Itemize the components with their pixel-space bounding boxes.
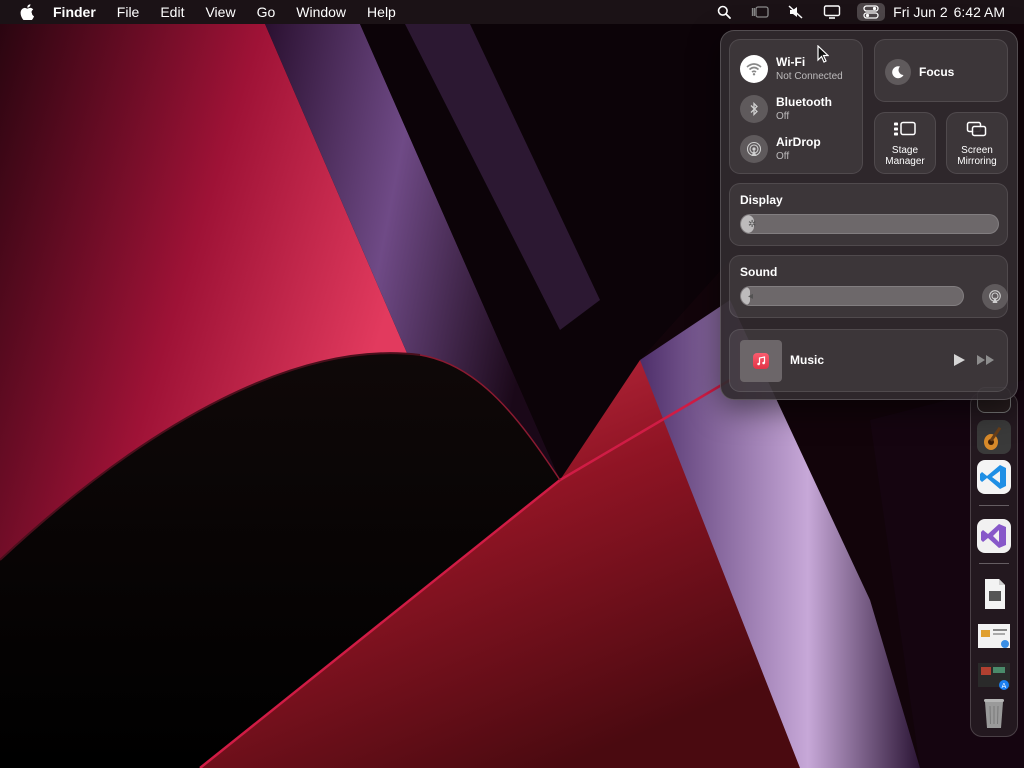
wifi-status: Not Connected	[776, 71, 843, 83]
menu-help[interactable]: Help	[367, 4, 396, 20]
connectivity-module: Wi-Fi Not Connected Bluetooth Off AirDro…	[729, 39, 863, 174]
app-store-icon[interactable]: A	[977, 659, 1011, 693]
control-center-panel: Wi-Fi Not Connected Bluetooth Off AirDro…	[720, 30, 1018, 400]
album-artwork[interactable]	[740, 340, 782, 382]
screen-mirroring-label-line2: Mirroring	[957, 156, 997, 167]
bluetooth-toggle[interactable]: Bluetooth Off	[740, 93, 832, 125]
preview-image-icon[interactable]	[977, 619, 1011, 653]
now-playing-module: Music	[729, 329, 1008, 392]
svg-text:A: A	[1002, 682, 1007, 690]
dock: A	[970, 387, 1018, 737]
airplay-audio-button[interactable]	[982, 284, 1008, 310]
menu-bar-status-area: Fri Jun 2 6:42 AM	[713, 0, 1024, 24]
stage-manager-label-line2: Manager	[885, 156, 925, 167]
stage-manager-label: Stage Manager	[875, 145, 935, 167]
fast-forward-icon	[977, 355, 994, 365]
menu-edit[interactable]: Edit	[160, 4, 184, 20]
stage-manager-tile-icon	[875, 121, 935, 137]
menu-window[interactable]: Window	[296, 4, 346, 20]
airdrop-label: AirDrop	[776, 134, 821, 149]
trash-icon[interactable]	[977, 696, 1011, 730]
screen-mirroring-label: Screen Mirroring	[947, 145, 1007, 167]
sound-label: Sound	[740, 265, 778, 279]
play-icon	[954, 354, 965, 366]
screen-mirroring-label-line1: Screen	[961, 145, 993, 156]
wifi-label: Wi-Fi	[776, 54, 806, 69]
menu-file[interactable]: File	[117, 4, 140, 20]
stage-manager-label-line1: Stage	[891, 145, 919, 156]
menu-bar-clock[interactable]: Fri Jun 2 6:42 AM	[893, 4, 1005, 20]
apple-menu-icon[interactable]	[18, 3, 36, 21]
bluetooth-label: Bluetooth	[776, 94, 832, 109]
speaker-icon: ◂	[748, 291, 754, 302]
menu-app-finder[interactable]: Finder	[53, 4, 96, 20]
garageband-icon[interactable]	[977, 420, 1011, 454]
airdrop-toggle[interactable]: AirDrop Off	[740, 133, 821, 165]
brightness-slider[interactable]: ✲	[740, 214, 999, 234]
display-icon[interactable]	[821, 3, 843, 21]
document-icon[interactable]	[977, 577, 1011, 611]
airplay-audio-icon	[989, 290, 1001, 303]
display-module: Display ✲	[729, 183, 1008, 246]
focus-label: Focus	[919, 65, 955, 79]
bluetooth-status: Off	[776, 111, 790, 123]
stage-manager-button[interactable]: Stage Manager	[874, 112, 936, 174]
dock-divider	[979, 563, 1009, 564]
mute-icon[interactable]	[785, 3, 807, 21]
bluetooth-icon	[740, 95, 768, 123]
play-button[interactable]	[952, 353, 966, 367]
focus-button[interactable]: Focus	[874, 39, 1008, 102]
airdrop-icon	[740, 135, 768, 163]
vscode-icon[interactable]	[977, 460, 1011, 494]
clock-date: Fri Jun 2	[893, 4, 948, 20]
sound-module: Sound ◂	[729, 255, 1008, 318]
visual-studio-icon[interactable]	[977, 519, 1011, 553]
brightness-icon: ✲	[748, 219, 757, 230]
dock-divider	[979, 505, 1009, 506]
now-playing-title: Music	[790, 353, 825, 367]
menu-go[interactable]: Go	[257, 4, 276, 20]
search-icon[interactable]	[713, 3, 735, 21]
menu-view[interactable]: View	[205, 4, 235, 20]
control-center-icon[interactable]	[857, 3, 886, 21]
menu-bar: Finder File Edit View Go Window Help Fri…	[0, 0, 1024, 24]
airdrop-status: Off	[776, 151, 790, 163]
fast-forward-button[interactable]	[976, 353, 996, 367]
stage-manager-icon[interactable]	[749, 3, 771, 21]
clock-time: 6:42 AM	[953, 4, 1005, 20]
music-app-icon	[753, 353, 769, 369]
moon-icon	[885, 59, 911, 85]
wifi-icon	[740, 55, 768, 83]
mouse-pointer-icon	[817, 44, 830, 63]
screen-mirroring-icon	[947, 121, 1007, 137]
volume-slider[interactable]: ◂	[740, 286, 964, 306]
screen-mirroring-button[interactable]: Screen Mirroring	[946, 112, 1008, 174]
display-label: Display	[740, 193, 783, 207]
